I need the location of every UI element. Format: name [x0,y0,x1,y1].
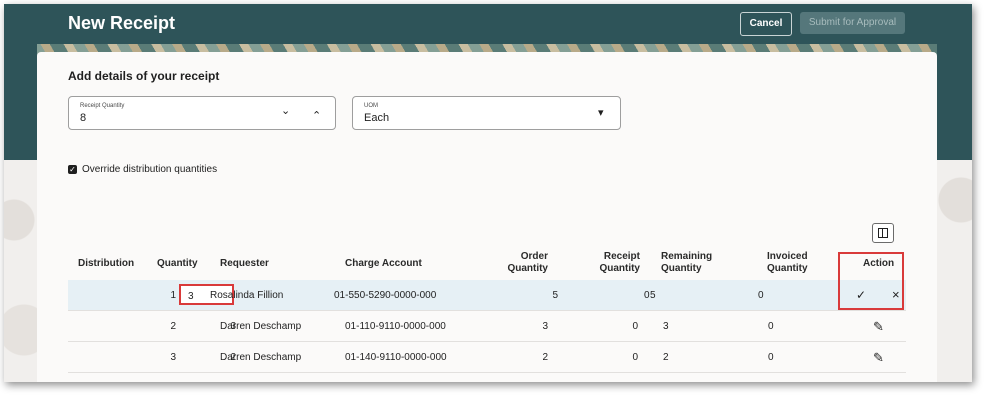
header-requester: Requester [220,258,269,269]
cell-invoiced-quantity: 0 [758,290,764,301]
cell-order-quantity: 3 [542,321,548,332]
header-invoiced-quantity: Invoiced Quantity [767,251,808,275]
action-column-highlight [838,252,904,310]
header-receipt-quantity: Receipt Quantity [595,251,640,275]
table-row[interactable]: 1 3 Rosalinda Fillion 01-550-5290-0000-0… [68,280,906,311]
cell-charge-account: 01-140-9110-0000-000 [345,352,447,363]
override-distribution-checkbox-row[interactable]: ✓ Override distribution quantities [68,164,217,175]
receipt-quantity-field[interactable]: Receipt Quantity 8 ⌄ ⌃ [68,96,336,130]
cell-distribution: 1 [170,290,176,301]
cell-charge-account: 01-550-5290-0000-000 [334,290,437,301]
receipt-details-card: Add details of your receipt Receipt Quan… [37,52,937,382]
cell-receipt-quantity: 0 [632,321,638,332]
header-order-quantity: Order Quantity [504,251,548,275]
cell-remaining-quantity: 5 [650,290,656,301]
override-distribution-checkbox[interactable]: ✓ [68,164,77,174]
receipt-quantity-value: 8 [80,112,87,124]
header-remaining-quantity-line2: Quantity [661,263,702,274]
app-window: New Receipt Cancel Submit for Approval A… [4,4,972,382]
header-order-quantity-line2: Quantity [507,263,548,274]
cell-charge-account: 01-110-9110-0000-000 [345,321,446,332]
cell-requester: Darren Deschamp [220,352,302,363]
header-remaining-quantity: Remaining Quantity [661,251,712,275]
background-decoration-right [936,160,972,382]
edit-icon[interactable]: ✎ [873,319,884,335]
cell-requester: Rosalinda Fillion [210,290,284,301]
page-title: New Receipt [68,13,176,33]
edit-icon[interactable]: ✎ [873,350,884,366]
header-order-quantity-line1: Order [520,251,548,262]
uom-value: Each [364,112,390,124]
section-title: Add details of your receipt [68,69,220,83]
header-receipt-quantity-line2: Quantity [599,263,640,274]
receipt-quantity-label: Receipt Quantity [80,103,125,109]
uom-label: UOM [364,103,378,109]
header-remaining-quantity-line1: Remaining [661,251,713,262]
header-charge-account: Charge Account [345,258,422,269]
submit-for-approval-button[interactable]: Submit for Approval [800,12,905,34]
chevron-down-icon[interactable]: ⌄ [281,104,290,117]
cell-order-quantity: 2 [542,352,548,363]
column-toggle-button[interactable] [872,223,894,243]
header-invoiced-quantity-line1: Invoiced [767,251,808,262]
cell-invoiced-quantity: 0 [768,352,774,363]
quantity-input-value: 3 [188,291,194,302]
cancel-button[interactable]: Cancel [740,12,792,36]
cell-receipt-quantity: 0 [644,290,650,301]
cell-invoiced-quantity: 0 [768,321,774,332]
header-receipt-quantity-line1: Receipt [603,251,640,262]
uom-field[interactable]: UOM Each ▾ [352,96,621,130]
background-decoration-left [4,160,38,382]
cell-requester: Darren Deschamp [220,321,302,332]
header-invoiced-quantity-line2: Quantity [767,263,808,274]
cell-order-quantity: 5 [552,290,558,301]
override-distribution-label: Override distribution quantities [82,164,218,175]
cell-remaining-quantity: 3 [663,321,669,332]
chevron-up-icon[interactable]: ⌃ [312,109,321,122]
cell-distribution: 3 [170,352,176,363]
cell-receipt-quantity: 0 [632,352,638,363]
table-row[interactable]: 2 3 Darren Deschamp 01-110-9110-0000-000… [68,311,906,342]
cell-distribution: 2 [170,321,176,332]
caret-down-icon[interactable]: ▾ [598,106,604,119]
cell-remaining-quantity: 2 [663,352,669,363]
table-row[interactable]: 3 2 Darren Deschamp 01-140-9110-0000-000… [68,342,906,373]
panel-icon [878,228,888,238]
header-distribution: Distribution [78,258,135,269]
header-quantity: Quantity [157,258,198,269]
